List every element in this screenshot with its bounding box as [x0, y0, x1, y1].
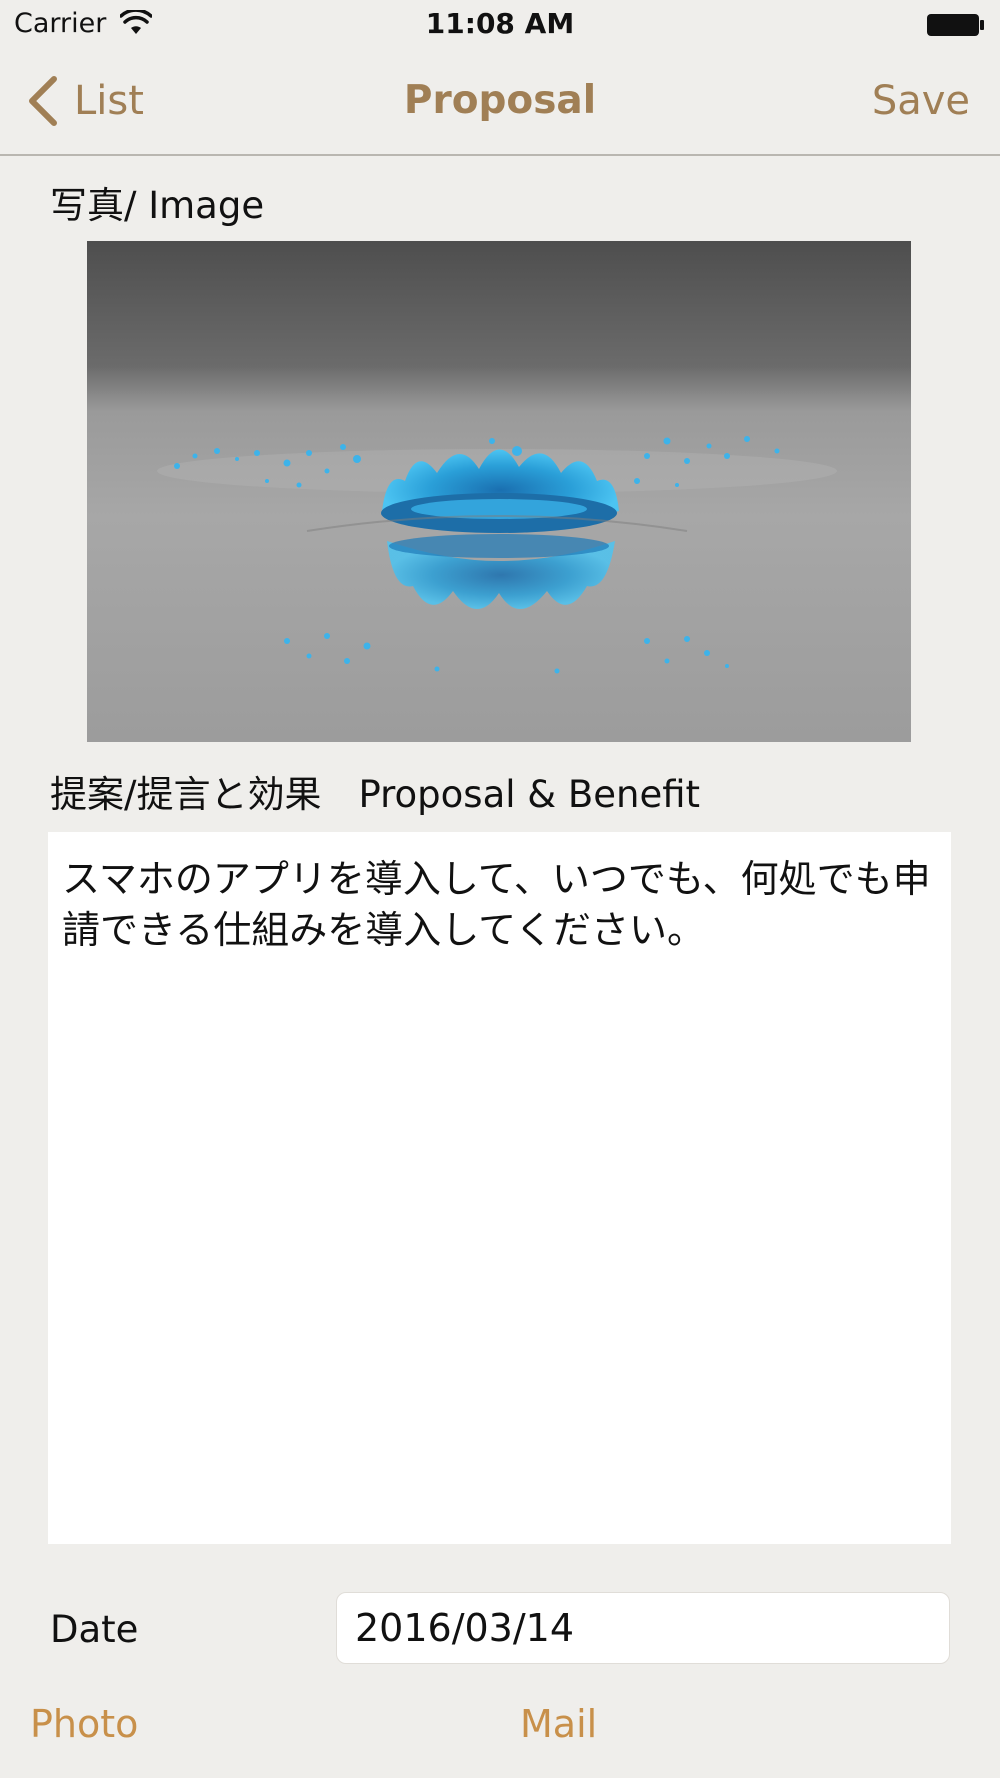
photo-button[interactable]: Photo — [30, 1702, 138, 1746]
proposal-text-area[interactable]: スマホのアプリを導入して、いつでも、何処でも申請できる仕組みを導入してください。 — [48, 832, 951, 1544]
bottom-toolbar: Photo Mail — [0, 1690, 1000, 1778]
proposal-photo[interactable] — [87, 241, 911, 742]
proposal-screen: Carrier 11:08 AM List Proposal Save 写真/ … — [0, 0, 1000, 1778]
battery-icon — [927, 14, 984, 36]
water-splash-image — [87, 241, 911, 742]
status-bar: Carrier 11:08 AM — [0, 0, 1000, 50]
date-field[interactable]: 2016/03/14 — [336, 1592, 950, 1664]
status-time: 11:08 AM — [425, 7, 575, 40]
navigation-bar: List Proposal Save — [0, 50, 1000, 156]
date-label: Date — [50, 1608, 139, 1651]
proposal-section-label: 提案/提言と効果 Proposal & Benefit — [50, 773, 701, 816]
mail-button[interactable]: Mail — [520, 1702, 597, 1746]
page-title: Proposal — [403, 78, 597, 123]
save-button[interactable]: Save — [872, 78, 970, 124]
image-section-label: 写真/ Image — [50, 184, 265, 227]
